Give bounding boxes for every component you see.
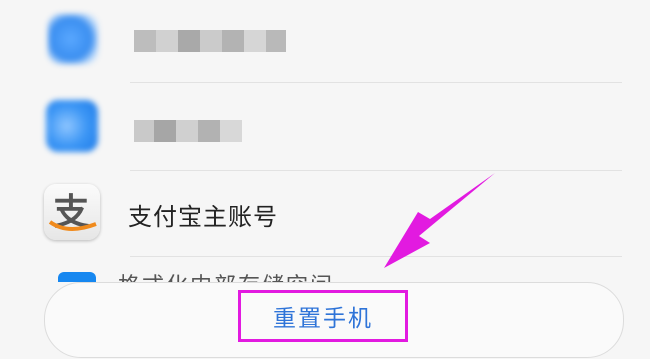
annotation-arrow bbox=[384, 173, 495, 268]
arrow-shape bbox=[384, 173, 495, 268]
